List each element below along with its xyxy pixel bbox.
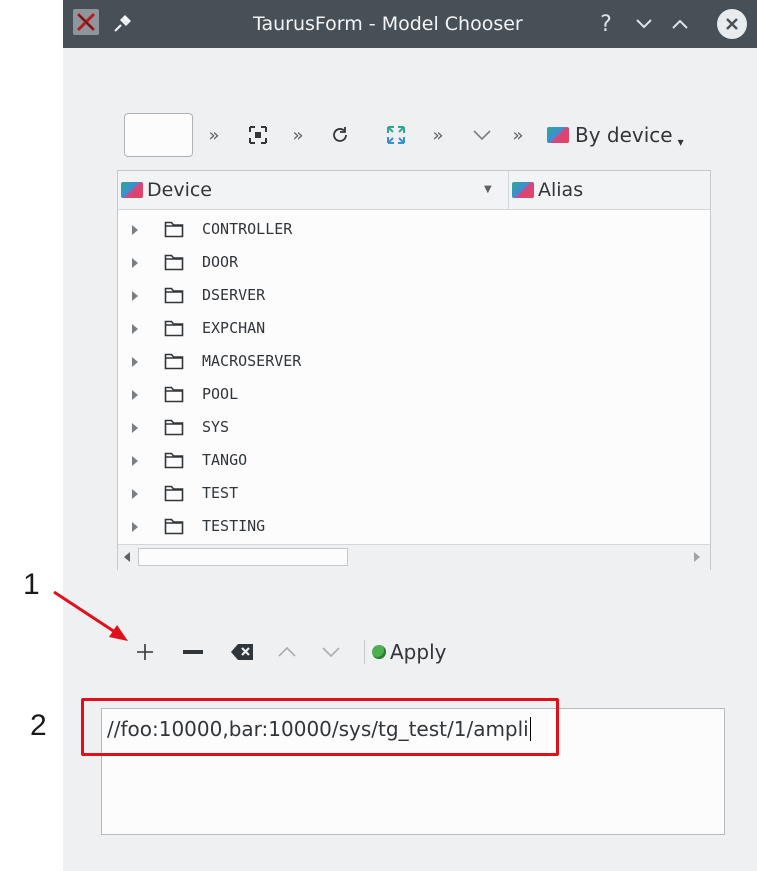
apply-icon: [372, 645, 386, 659]
folder-icon: [164, 254, 184, 275]
device-tree[interactable]: Device ▼ Alias CONTROLLER DOOR DSERVER EXPC…: [117, 170, 711, 570]
tree-row-label: MACROSERVER: [202, 352, 302, 370]
tango-icon: [547, 127, 569, 143]
app-icon[interactable]: [73, 9, 99, 35]
move-up-icon[interactable]: [274, 632, 300, 672]
expand-arrow-icon[interactable]: [132, 423, 138, 433]
tree-row[interactable]: TANGO: [118, 444, 710, 477]
tree-row[interactable]: EXPCHAN: [118, 312, 710, 345]
minimize-button[interactable]: [631, 0, 657, 48]
pin-icon[interactable]: [110, 0, 134, 48]
expand-arrow-icon[interactable]: [132, 258, 138, 268]
folder-icon: [164, 287, 184, 308]
expand-arrow-icon[interactable]: [132, 225, 138, 235]
expand-arrow-icon[interactable]: [132, 324, 138, 334]
move-down-icon[interactable]: [318, 632, 344, 672]
clear-icon[interactable]: [228, 632, 256, 672]
expand-arrow-icon[interactable]: [132, 522, 138, 532]
apply-label: Apply: [390, 640, 447, 664]
tree-row-label: DSERVER: [202, 286, 266, 304]
tree-row[interactable]: TESTING: [118, 510, 710, 543]
filter-input[interactable]: [124, 113, 193, 157]
column-header-label: Alias: [538, 179, 584, 201]
folder-icon: [164, 320, 184, 341]
toolbar-overflow-icon[interactable]: »: [288, 123, 308, 147]
toolbar-overflow-icon[interactable]: »: [428, 123, 448, 147]
maximize-button[interactable]: [667, 0, 693, 48]
expand-arrow-icon[interactable]: [132, 291, 138, 301]
tree-row-label: SYS: [202, 418, 230, 436]
tree-row-label: CONTROLLER: [202, 220, 293, 238]
annotation-highlight-box: [81, 698, 559, 756]
expand-arrow-icon[interactable]: [132, 489, 138, 499]
expand-all-icon[interactable]: [384, 123, 408, 147]
scrollbar-thumb[interactable]: [138, 548, 348, 566]
tree-row-label: POOL: [202, 385, 239, 403]
tree-row-label: TESTING: [202, 517, 266, 535]
annotation-marker-2: 2: [30, 709, 47, 742]
tree-row[interactable]: DOOR: [118, 246, 710, 279]
expand-arrow-icon[interactable]: [132, 456, 138, 466]
tree-rows: CONTROLLER DOOR DSERVER EXPCHAN MACROSERVER P…: [118, 213, 710, 543]
tango-icon: [512, 182, 534, 198]
scroll-left-icon[interactable]: [124, 552, 130, 562]
folder-icon: [164, 518, 184, 539]
expand-arrow-icon[interactable]: [132, 390, 138, 400]
group-by-label: By device: [575, 123, 673, 147]
folder-icon: [164, 419, 184, 440]
folder-icon: [164, 386, 184, 407]
toolbar-overflow-icon[interactable]: »: [508, 123, 528, 147]
tree-row[interactable]: MACROSERVER: [118, 345, 710, 378]
column-header-alias[interactable]: Alias: [508, 171, 712, 209]
remove-icon[interactable]: [180, 632, 206, 672]
sort-indicator-icon: ▼: [484, 184, 492, 195]
model-list-toolbar: Apply: [124, 632, 524, 672]
tree-row[interactable]: TEST: [118, 477, 710, 510]
folder-icon: [164, 452, 184, 473]
tree-header: Device ▼ Alias: [118, 171, 710, 210]
tree-row-label: DOOR: [202, 253, 239, 271]
scroll-right-icon[interactable]: [694, 552, 700, 562]
tree-row-label: EXPCHAN: [202, 319, 266, 337]
add-icon[interactable]: [132, 632, 158, 672]
tree-row[interactable]: SYS: [118, 411, 710, 444]
tree-row[interactable]: DSERVER: [118, 279, 710, 312]
dropdown-arrow-icon: ▾: [677, 135, 684, 149]
annotation-marker-1: 1: [23, 568, 40, 601]
close-button[interactable]: [717, 9, 747, 39]
select-all-icon[interactable]: [246, 123, 270, 147]
toolbar-overflow-icon[interactable]: »: [204, 123, 224, 147]
refresh-icon[interactable]: [328, 123, 352, 147]
window-title: TaurusForm - Model Chooser: [253, 13, 523, 35]
folder-icon: [164, 353, 184, 374]
collapse-icon[interactable]: [470, 123, 494, 147]
tree-row-label: TANGO: [202, 451, 248, 469]
help-button[interactable]: ?: [593, 0, 619, 48]
title-bar[interactable]: TaurusForm - Model Chooser ?: [63, 0, 757, 48]
toolbar-separator: [364, 640, 365, 664]
tree-row[interactable]: POOL: [118, 378, 710, 411]
tango-icon: [121, 182, 143, 198]
folder-icon: [164, 221, 184, 242]
tree-row[interactable]: CONTROLLER: [118, 213, 710, 246]
tree-toolbar: » » » » By device ▾: [124, 113, 714, 159]
column-header-label: Device: [147, 179, 212, 201]
group-by-dropdown[interactable]: By device ▾: [547, 118, 684, 152]
tree-row-label: TEST: [202, 484, 239, 502]
horizontal-scrollbar[interactable]: [118, 544, 710, 570]
apply-button[interactable]: Apply: [372, 632, 462, 672]
folder-icon: [164, 485, 184, 506]
expand-arrow-icon[interactable]: [132, 357, 138, 367]
column-header-device[interactable]: Device ▼: [121, 171, 505, 209]
